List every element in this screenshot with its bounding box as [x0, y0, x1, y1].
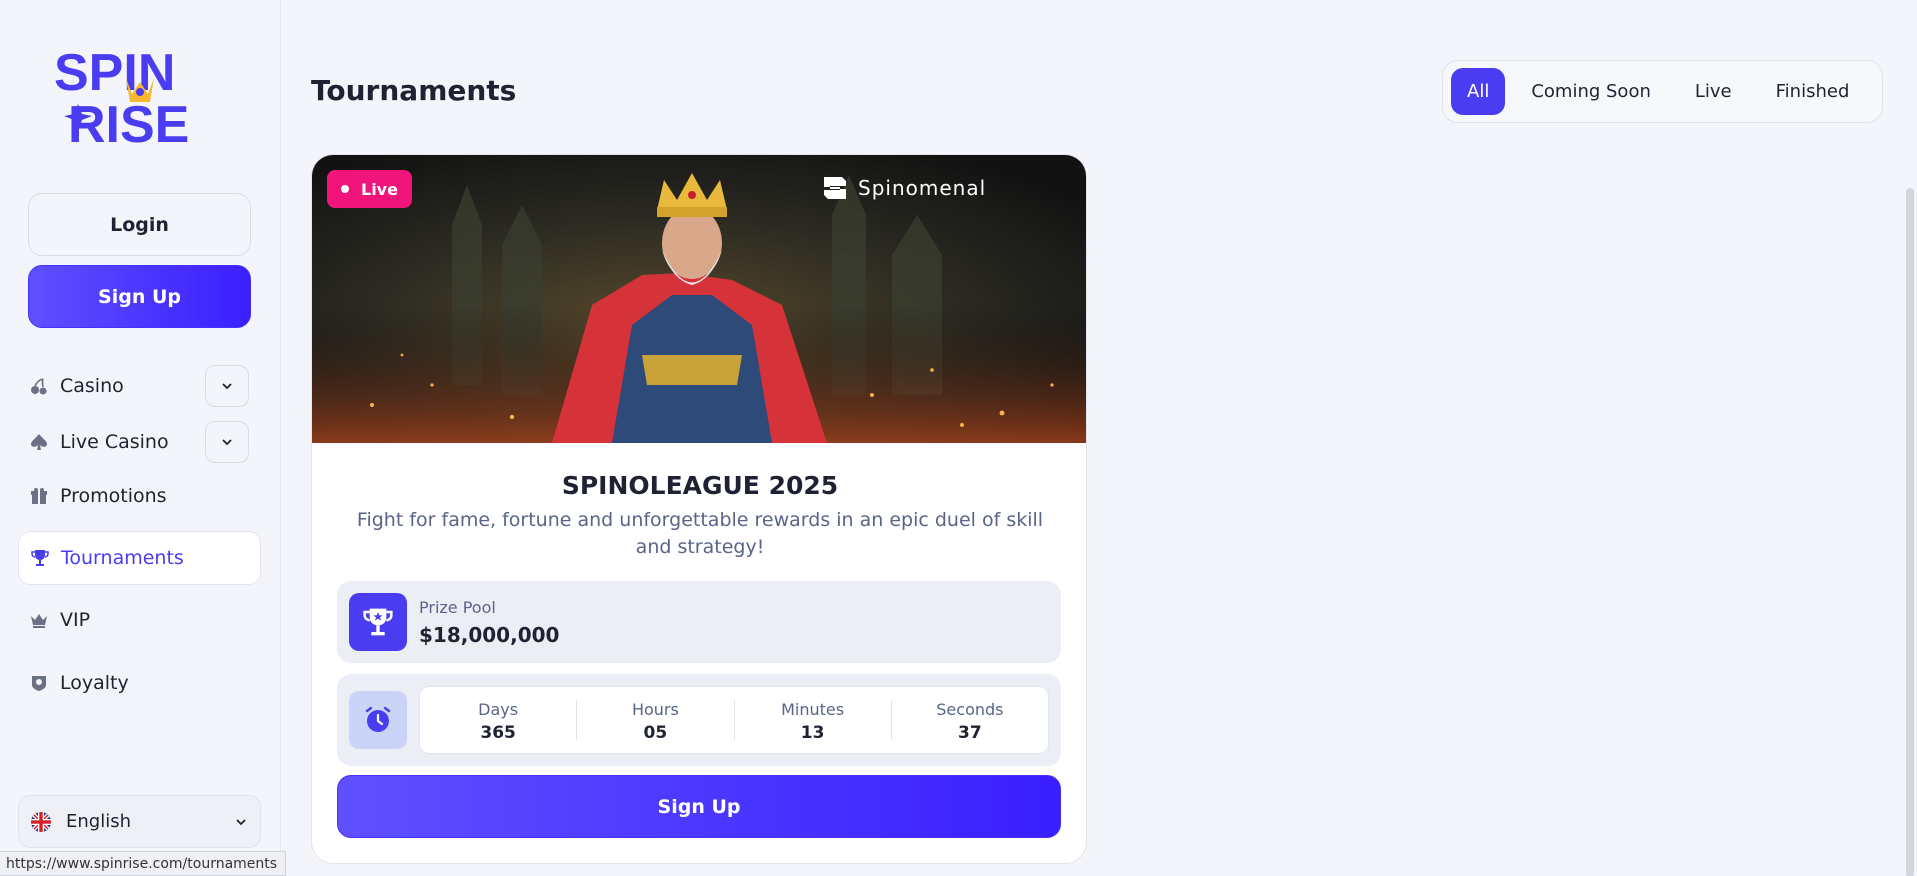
alarm-clock-icon: [349, 691, 407, 749]
language-label: English: [66, 811, 131, 832]
provider-name: Spinomenal: [858, 176, 987, 200]
sidebar-item-promotions[interactable]: Promotions: [18, 469, 261, 523]
spinomenal-logo-icon: [824, 177, 846, 199]
countdown-days: Days 365: [420, 700, 578, 743]
tournament-banner-image[interactable]: Live Spinomenal: [312, 155, 1086, 443]
prize-pool-label: Prize Pool: [419, 598, 496, 617]
chevron-down-icon: [222, 439, 232, 446]
cherry-icon: [28, 375, 50, 397]
crown-icon: [28, 609, 50, 631]
sidebar-item-live-casino[interactable]: Live Casino: [18, 415, 261, 469]
trophy-icon: [349, 593, 407, 651]
sidebar-item-label: Tournaments: [61, 547, 184, 569]
prize-pool-panel: Prize Pool $18,000,000: [337, 581, 1061, 663]
prize-pool-value: $18,000,000: [419, 623, 560, 647]
sidebar-item-label: Casino: [60, 375, 124, 397]
filter-tab-live[interactable]: Live: [1677, 68, 1750, 115]
language-selector[interactable]: English: [18, 795, 261, 848]
spade-icon: [28, 431, 50, 453]
countdown-cells: Days 365 Hours 05 Minutes 13 Seconds 37: [419, 686, 1049, 754]
casino-expand-button[interactable]: [205, 365, 249, 407]
badge-icon: [28, 672, 50, 694]
filter-tab-coming-soon[interactable]: Coming Soon: [1513, 68, 1669, 115]
countdown-value: 05: [643, 723, 668, 743]
countdown-value: 365: [480, 723, 516, 743]
sidebar-item-label: Promotions: [60, 485, 167, 507]
live-status-badge: Live: [327, 170, 412, 208]
tournament-card: Live Spinomenal SPINOLEAGUE 2025 Fight f…: [311, 154, 1087, 864]
sidebar-item-label: VIP: [60, 609, 91, 631]
sidebar-item-label: Live Casino: [60, 431, 169, 453]
sidebar: SPIN RISE Login Sign Up Casino Live Casi…: [0, 0, 281, 876]
chevron-down-icon: [222, 383, 232, 390]
status-bar-url: https://www.spinrise.com/tournaments: [0, 851, 287, 876]
chevron-down-icon: [234, 813, 248, 834]
countdown-hours: Hours 05: [577, 700, 735, 743]
tournament-signup-button[interactable]: Sign Up: [337, 775, 1061, 838]
page-title: Tournaments: [311, 74, 517, 107]
logo-top-text: SPIN: [54, 44, 175, 102]
sidebar-item-tournaments[interactable]: Tournaments: [18, 531, 261, 585]
countdown-minutes: Minutes 13: [735, 700, 892, 743]
login-button[interactable]: Login: [28, 193, 251, 256]
live-badge-label: Live: [361, 179, 398, 199]
countdown-label: Hours: [631, 700, 679, 719]
countdown-label: Minutes: [781, 700, 845, 719]
filter-tab-all[interactable]: All: [1451, 68, 1506, 115]
uk-flag-icon: [31, 811, 51, 832]
live-dot-icon: [341, 185, 349, 193]
filter-tab-finished[interactable]: Finished: [1758, 68, 1868, 115]
gift-icon: [28, 485, 50, 507]
provider-logo: Spinomenal: [822, 175, 986, 201]
live-casino-expand-button[interactable]: [205, 421, 249, 463]
sidebar-item-label: Loyalty: [60, 672, 129, 694]
sidebar-item-casino[interactable]: Casino: [18, 359, 261, 413]
logo-bottom-text: RISE: [68, 96, 189, 148]
countdown-label: Days: [478, 700, 519, 719]
spinrise-logo[interactable]: SPIN RISE: [52, 44, 230, 154]
countdown-value: 13: [800, 723, 825, 743]
tournament-filter-tabs: All Coming Soon Live Finished: [1442, 60, 1883, 123]
sidebar-item-loyalty[interactable]: Loyalty: [18, 656, 261, 710]
page-scrollbar[interactable]: [1903, 0, 1917, 876]
trophy-icon: [29, 547, 51, 569]
tournament-title: SPINOLEAGUE 2025: [561, 471, 839, 500]
countdown-seconds: Seconds 37: [892, 700, 1048, 743]
countdown-panel: Days 365 Hours 05 Minutes 13 Seconds 37: [337, 674, 1061, 766]
sidebar-item-vip[interactable]: VIP: [18, 593, 261, 647]
sidebar-signup-button[interactable]: Sign Up: [28, 265, 251, 328]
countdown-label: Seconds: [936, 700, 1004, 719]
countdown-value: 37: [958, 723, 982, 743]
scrollbar-thumb[interactable]: [1906, 188, 1914, 876]
tournament-description: Fight for fame, fortune and unforgettabl…: [356, 509, 1044, 558]
